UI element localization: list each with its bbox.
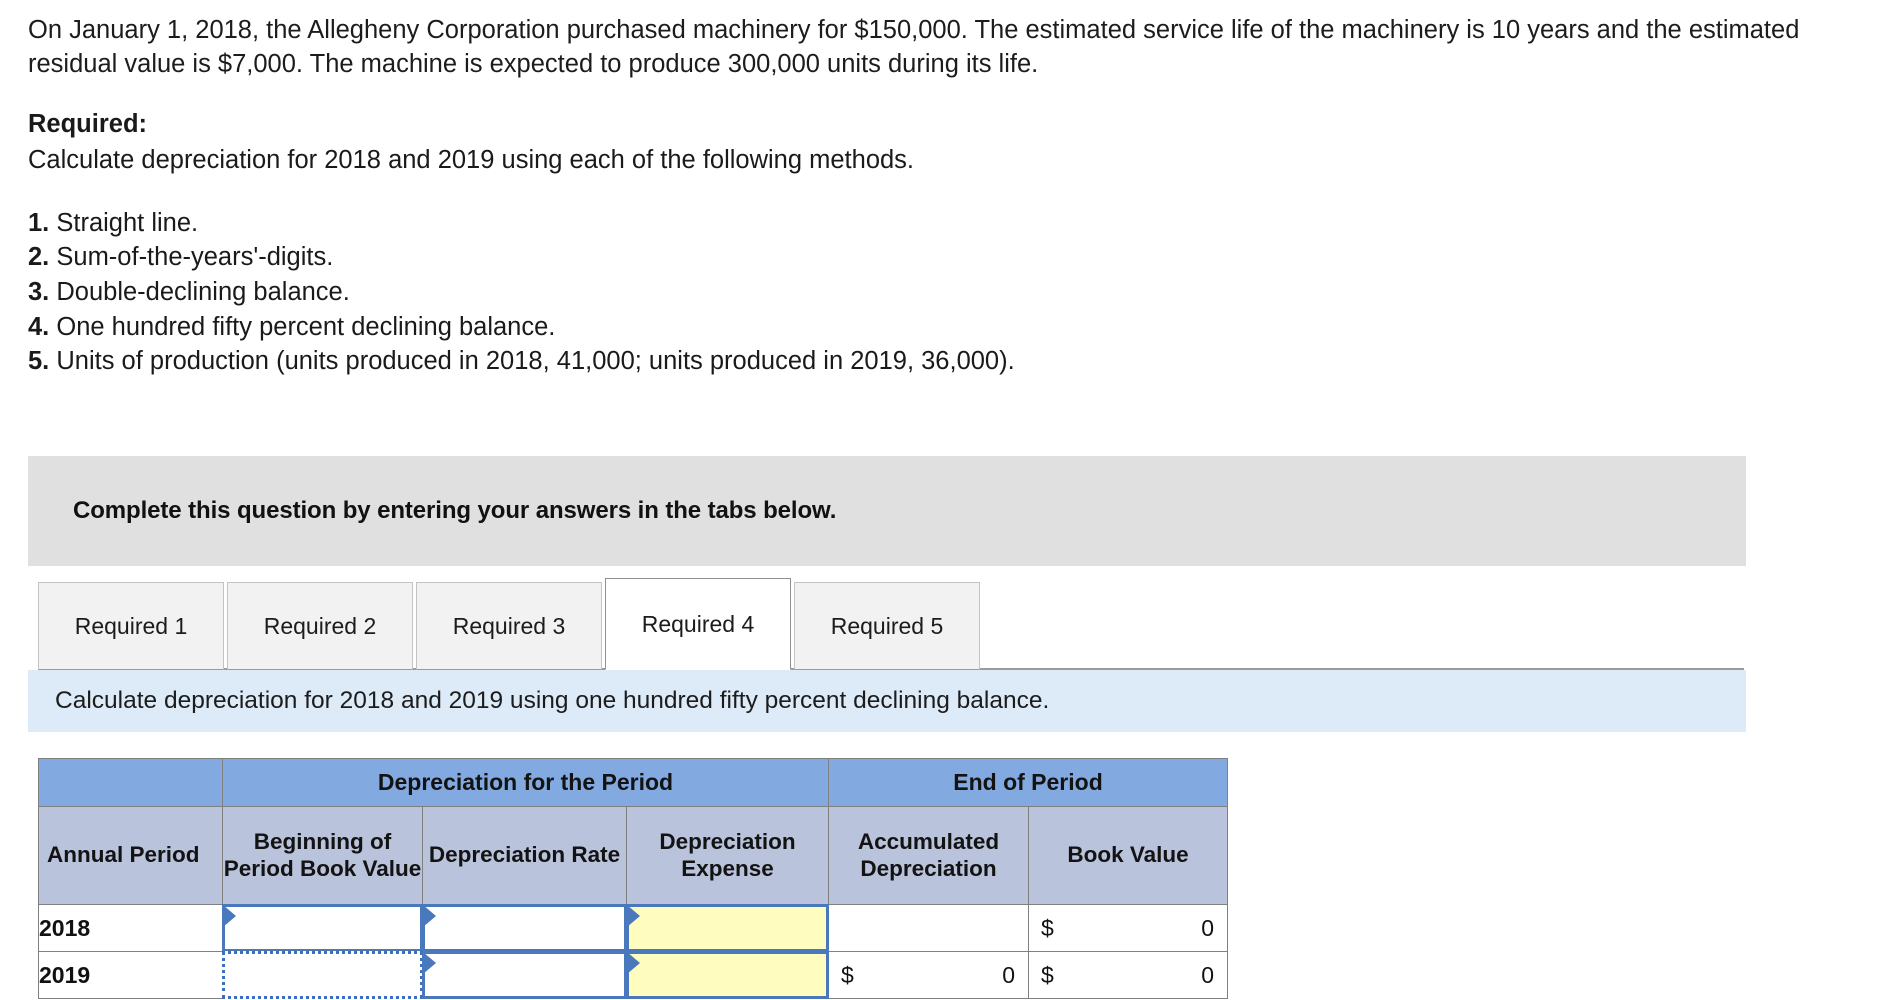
- cell-marker-triangle-icon: [223, 905, 236, 927]
- method-text-2: Sum-of-the-years'-digits.: [56, 243, 334, 272]
- table-group-header-row: Depreciation for the Period End of Perio…: [38, 758, 1228, 807]
- currency-symbol: $: [841, 961, 854, 988]
- cell-annual-period-2019: 2019: [38, 951, 223, 999]
- input-depreciation-rate-2018[interactable]: [422, 904, 627, 952]
- cell-marker-triangle-icon: [423, 952, 436, 974]
- method-text-1: Straight line.: [56, 208, 199, 237]
- tab-required-1[interactable]: Required 1: [38, 582, 224, 670]
- cell-book-value-2018: $ 0: [1028, 904, 1228, 952]
- cell-marker-triangle-icon: [627, 952, 640, 974]
- value-book-value-2019: $ 0: [1029, 952, 1227, 998]
- complete-question-banner: Complete this question by entering your …: [28, 456, 1746, 566]
- tab-strip: Required 1 Required 2 Required 3 Require…: [38, 578, 1744, 670]
- method-item-5: 5. Units of production (units produced i…: [28, 344, 1872, 379]
- tab-instruction-bar: Calculate depreciation for 2018 and 2019…: [28, 670, 1746, 732]
- input-depreciation-expense-2019[interactable]: [626, 951, 829, 999]
- method-item-1: 1. Straight line.: [28, 206, 1872, 241]
- cell-marker-triangle-icon: [423, 905, 436, 927]
- value-book-value-2018: $ 0: [1029, 905, 1227, 951]
- table-row: 2018 $ 0: [38, 904, 1228, 952]
- method-item-3: 3. Double-declining balance.: [28, 275, 1872, 310]
- method-number-1: 1.: [28, 208, 50, 237]
- input-beginning-book-value-2019[interactable]: [222, 951, 423, 999]
- cell-annual-period-2018: 2018: [38, 904, 223, 952]
- cell-accumulated-depreciation-2018: [828, 904, 1029, 952]
- cell-marker-triangle-icon: [627, 905, 640, 927]
- value-text: 0: [1201, 914, 1214, 941]
- column-header-accumulated-depreciation: Accumulated Depreciation: [828, 806, 1029, 905]
- required-heading: Required:: [28, 110, 148, 139]
- column-header-beginning-book-value: Beginning of Period Book Value: [222, 806, 423, 905]
- column-header-annual-period: Annual Period: [38, 806, 223, 905]
- cell-beginning-book-value-2019[interactable]: [222, 951, 423, 999]
- exercise-page: On January 1, 2018, the Allegheny Corpor…: [0, 0, 1902, 1000]
- group-header-depreciation-for-period: Depreciation for the Period: [222, 758, 829, 807]
- input-depreciation-rate-2019[interactable]: [422, 951, 627, 999]
- currency-symbol: $: [1041, 961, 1054, 988]
- depreciation-table-wrapper: Depreciation for the Period End of Perio…: [38, 758, 1228, 999]
- cell-depreciation-expense-2018[interactable]: [626, 904, 829, 952]
- value-accumulated-depreciation-2018: [829, 905, 1028, 951]
- method-text-5: Units of production (units produced in 2…: [56, 347, 1015, 376]
- required-instruction: Calculate depreciation for 2018 and 2019…: [28, 145, 915, 174]
- method-text-3: Double-declining balance.: [56, 277, 350, 306]
- cell-depreciation-rate-2019[interactable]: [422, 951, 627, 999]
- column-header-depreciation-rate: Depreciation Rate: [422, 806, 627, 905]
- input-depreciation-expense-2018[interactable]: [626, 904, 829, 952]
- method-text-4: One hundred fifty percent declining bala…: [56, 312, 556, 341]
- group-header-end-of-period: End of Period: [828, 758, 1228, 807]
- problem-paragraph: On January 1, 2018, the Allegheny Corpor…: [28, 16, 1800, 78]
- method-number-3: 3.: [28, 277, 50, 306]
- value-text: 0: [1201, 961, 1214, 988]
- input-beginning-book-value-2018[interactable]: [222, 904, 423, 952]
- column-header-book-value: Book Value: [1028, 806, 1228, 905]
- column-header-depreciation-expense: Depreciation Expense: [626, 806, 829, 905]
- tab-required-5[interactable]: Required 5: [794, 582, 980, 670]
- cell-depreciation-rate-2018[interactable]: [422, 904, 627, 952]
- depreciation-table: Depreciation for the Period End of Perio…: [38, 758, 1228, 999]
- currency-symbol: $: [1041, 914, 1054, 941]
- value-text: 0: [1002, 961, 1015, 988]
- cell-beginning-book-value-2018[interactable]: [222, 904, 423, 952]
- required-block: Required: Calculate depreciation for 201…: [0, 108, 1902, 177]
- method-item-4: 4. One hundred fifty percent declining b…: [28, 310, 1872, 345]
- tab-required-4[interactable]: Required 4: [605, 578, 791, 670]
- method-number-4: 4.: [28, 312, 50, 341]
- table-column-header-row: Annual Period Beginning of Period Book V…: [38, 806, 1228, 905]
- methods-list: 1. Straight line. 2. Sum-of-the-years'-d…: [0, 206, 1902, 379]
- tab-instruction-text: Calculate depreciation for 2018 and 2019…: [55, 687, 1050, 714]
- cell-depreciation-expense-2019[interactable]: [626, 951, 829, 999]
- cell-book-value-2019: $ 0: [1028, 951, 1228, 999]
- banner-text: Complete this question by entering your …: [73, 497, 837, 524]
- method-number-2: 2.: [28, 243, 50, 272]
- cell-accumulated-depreciation-2019: $ 0: [828, 951, 1029, 999]
- table-row: 2019 $ 0 $ 0: [38, 951, 1228, 999]
- value-accumulated-depreciation-2019: $ 0: [829, 952, 1028, 998]
- tab-required-3[interactable]: Required 3: [416, 582, 602, 670]
- method-number-5: 5.: [28, 347, 50, 376]
- tab-required-2[interactable]: Required 2: [227, 582, 413, 670]
- problem-statement: On January 1, 2018, the Allegheny Corpor…: [0, 0, 1870, 81]
- group-header-blank: [38, 758, 223, 807]
- method-item-2: 2. Sum-of-the-years'-digits.: [28, 240, 1872, 275]
